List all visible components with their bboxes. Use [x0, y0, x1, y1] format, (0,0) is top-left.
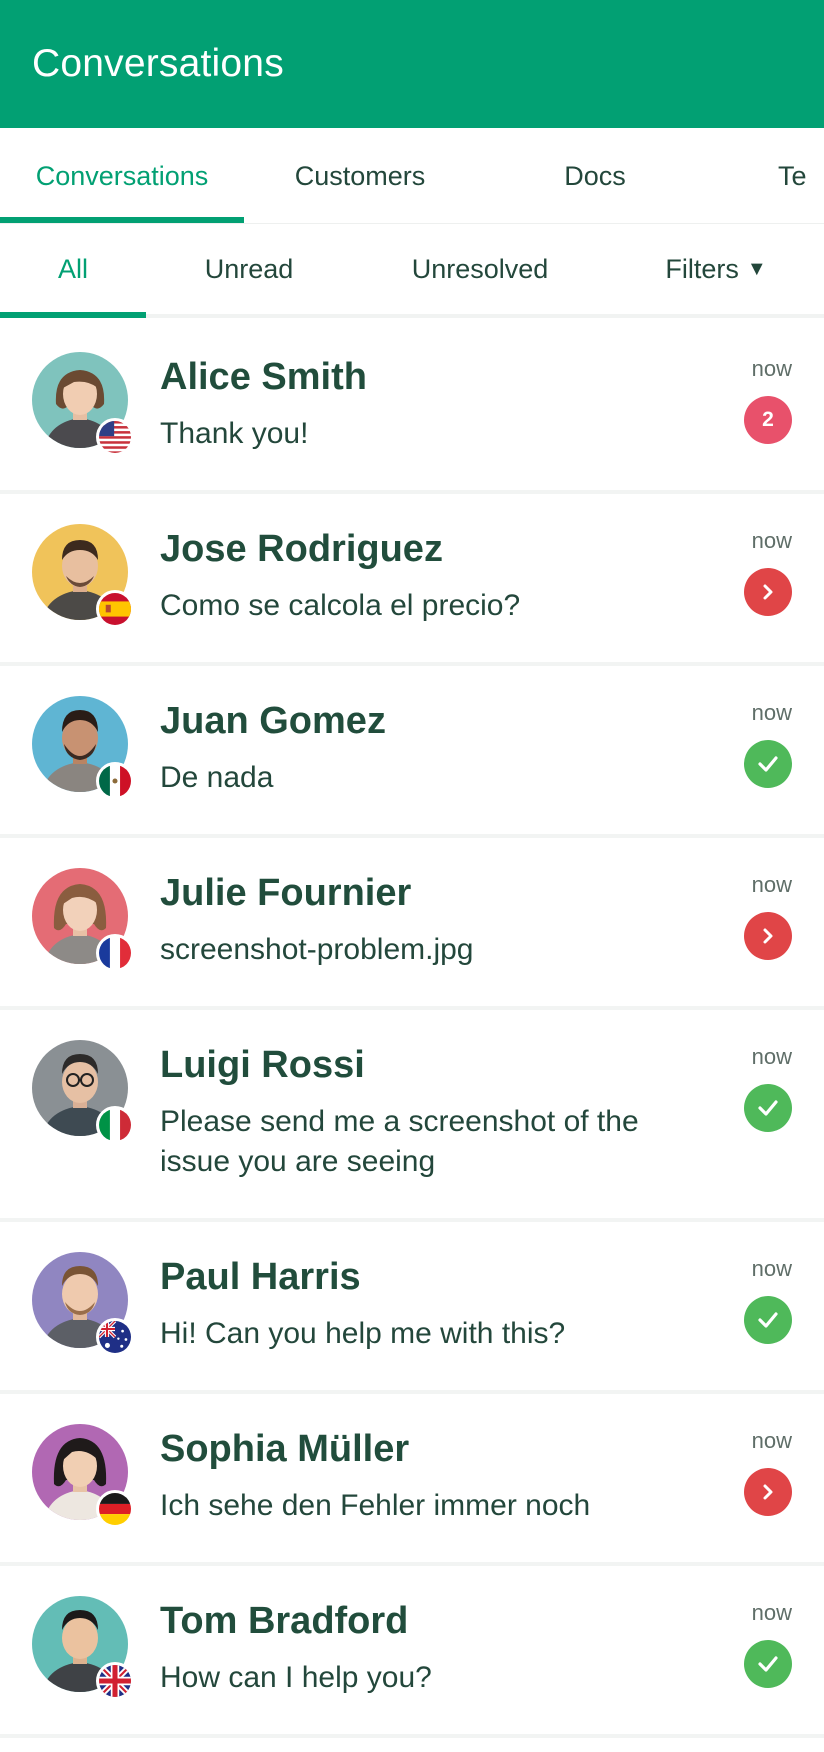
conversation-list: Alice Smith Thank you! now 2 Jose Rodrig… — [0, 322, 824, 1738]
contact-name: Sophia Müller — [160, 1428, 410, 1470]
last-message: De nada — [160, 761, 274, 794]
subtab-unread[interactable]: Unread — [146, 224, 352, 314]
app-bar: Conversations — [0, 0, 824, 128]
flag-es-icon — [96, 590, 134, 628]
conversation-row[interactable]: Julie Fournier screenshot-problem.jpg no… — [0, 838, 824, 1010]
avatar — [32, 868, 134, 972]
tab-team[interactable]: Te — [778, 128, 824, 223]
page-title: Conversations — [32, 42, 284, 85]
conversation-row[interactable]: Alice Smith Thank you! now 2 — [0, 322, 824, 494]
active-subtab-indicator — [0, 312, 146, 318]
avatar — [32, 1596, 134, 1700]
tab-conversations[interactable]: Conversations — [0, 128, 244, 223]
message-time: now — [751, 528, 792, 553]
active-tab-indicator — [0, 217, 244, 223]
flag-us-icon — [96, 418, 134, 456]
filter-tabs: All Unread Unresolved Filters ▼ — [0, 224, 824, 318]
contact-name: Tom Bradford — [160, 1600, 409, 1642]
last-message: Hi! Can you help me with this? — [160, 1317, 566, 1350]
flag-fr-icon — [96, 934, 134, 972]
avatar — [32, 696, 134, 800]
message-time: now — [751, 872, 792, 897]
subtab-unresolved[interactable]: Unresolved — [352, 224, 608, 314]
checkmark-icon — [744, 1084, 792, 1132]
conversation-row[interactable]: Juan Gomez De nada now — [0, 666, 824, 838]
flag-de-icon — [96, 1490, 134, 1528]
last-message: Thank you! — [160, 417, 309, 450]
avatar — [32, 1424, 134, 1528]
tab-customers[interactable]: Customers — [244, 128, 476, 223]
contact-name: Alice Smith — [160, 356, 367, 398]
last-message: How can I help you? — [160, 1661, 432, 1694]
tab-docs[interactable]: Docs — [476, 128, 714, 223]
last-message: Ich sehe den Fehler immer noch — [160, 1489, 591, 1522]
conversation-row[interactable]: Tom Bradford How can I help you? now — [0, 1566, 824, 1738]
avatar — [32, 1040, 134, 1144]
flag-gb-icon — [96, 1662, 134, 1700]
flag-mx-icon — [96, 762, 134, 800]
contact-name: Luigi Rossi — [160, 1044, 365, 1086]
conversation-row[interactable]: Paul Harris Hi! Can you help me with thi… — [0, 1222, 824, 1394]
message-time: now — [751, 700, 792, 725]
last-message: Please send me a screenshot of the issue… — [160, 1105, 639, 1178]
message-time: now — [751, 1600, 792, 1625]
last-message: Como se calcola el precio? — [160, 589, 521, 622]
checkmark-icon — [744, 1296, 792, 1344]
flag-au-icon — [96, 1318, 134, 1356]
chevron-right-icon — [744, 912, 792, 960]
filters-label: Filters — [665, 253, 739, 284]
conversation-row[interactable]: Jose Rodriguez Como se calcola el precio… — [0, 494, 824, 666]
flag-it-icon — [96, 1106, 134, 1144]
chevron-right-icon — [744, 1468, 792, 1516]
chevron-right-icon — [744, 568, 792, 616]
avatar — [32, 524, 134, 628]
unread-count-badge: 2 — [744, 396, 792, 444]
checkmark-icon — [744, 1640, 792, 1688]
subtab-filters[interactable]: Filters ▼ — [608, 224, 824, 314]
contact-name: Paul Harris — [160, 1256, 361, 1298]
conversation-row[interactable]: Sophia Müller Ich sehe den Fehler immer … — [0, 1394, 824, 1566]
avatar — [32, 352, 134, 456]
caret-down-icon: ▼ — [746, 257, 767, 280]
subtab-all[interactable]: All — [0, 224, 146, 314]
message-time: now — [751, 1428, 792, 1453]
avatar — [32, 1252, 134, 1356]
message-time: now — [751, 356, 792, 381]
contact-name: Jose Rodriguez — [160, 528, 443, 570]
last-message: screenshot-problem.jpg — [160, 933, 474, 966]
message-time: now — [751, 1256, 792, 1281]
main-tabs: Conversations Customers Docs Te — [0, 128, 824, 224]
contact-name: Juan Gomez — [160, 700, 386, 742]
checkmark-icon — [744, 740, 792, 788]
message-time: now — [751, 1044, 792, 1069]
conversation-row[interactable]: Luigi Rossi Please send me a screenshot … — [0, 1010, 824, 1222]
contact-name: Julie Fournier — [160, 872, 412, 914]
